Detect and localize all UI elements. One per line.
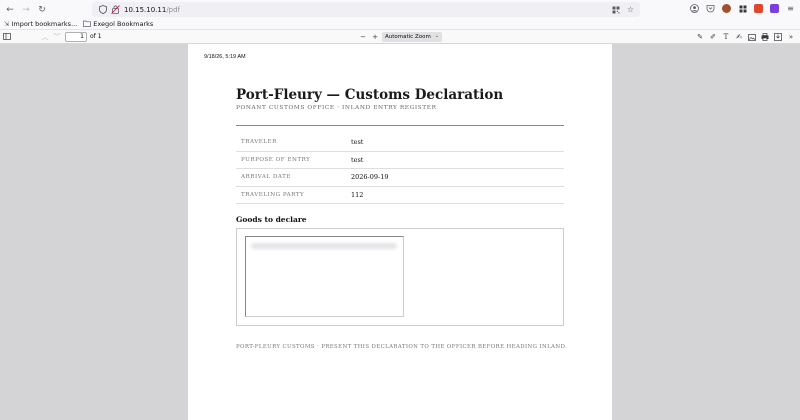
url-text[interactable]: 10.15.10.11/pdf [124,6,180,14]
page-info-icon[interactable] [110,5,120,15]
field-label: TRAVELING PARTY [241,191,305,198]
field-label: ARRIVAL DATE [241,174,291,181]
pdf-viewer[interactable]: 9/18/26, 5:19 AM Port-Fleury — Customs D… [0,44,800,420]
declaration-table: TRAVELER test PURPOSE OF ENTRY test ARRI… [236,134,564,204]
text-icon[interactable]: T [721,32,731,42]
arrow-right-icon: → [22,4,30,15]
goods-heading: Goods to declare [236,215,307,224]
goods-container [236,228,564,326]
field-value: test [351,155,364,164]
zoom-out-button[interactable]: − [358,32,368,42]
table-row: ARRIVAL DATE 2026-09-19 [236,169,564,187]
url-actions: ☆ [610,4,636,15]
more-tools-icon[interactable]: » [786,32,796,42]
bookmark-exegol[interactable]: Exegol Bookmarks [83,20,153,29]
chevron-down-icon: ⌄ [434,33,439,39]
field-value: test [351,138,364,147]
goods-textarea[interactable] [245,236,404,317]
navigation-toolbar: ← → ↻ 10.15.10.11/pdf ☆ ≡ [0,0,800,19]
page-count: of 1 [90,33,102,40]
url-host: 10.15.10.11 [124,5,167,14]
bookmark-star-icon[interactable]: ☆ [625,4,636,15]
extensions-grid-icon[interactable] [737,3,748,14]
image-icon[interactable] [747,32,757,42]
sidebar-toggle-icon[interactable] [2,32,12,42]
bookmarks-toolbar: ⇲ Import bookmarks... Exegol Bookmarks [0,19,800,30]
signature-icon[interactable]: ✍ [734,32,744,42]
table-row: TRAVELING PARTY 112 [236,187,564,204]
pocket-icon[interactable] [705,3,716,14]
reload-button[interactable]: ↻ [36,4,48,16]
field-label: PURPOSE OF ENTRY [241,156,311,163]
url-path: /pdf [166,5,181,14]
divider [236,125,564,126]
bookmark-label: Import bookmarks... [11,20,78,28]
document-subtitle: PONANT CUSTOMS OFFICE · INLAND ENTRY REG… [236,105,437,111]
import-icon: ⇲ [4,20,10,28]
pdf-page: 9/18/26, 5:19 AM Port-Fleury — Customs D… [188,44,612,420]
page-number-input[interactable] [65,31,87,42]
field-label: TRAVELER [241,139,277,146]
extension-purple-icon[interactable] [769,3,780,14]
zoom-select[interactable]: Automatic Zoom ⌄ [382,32,442,42]
url-bar[interactable]: 10.15.10.11/pdf ☆ [92,2,640,17]
toolbar-right: ≡ [689,3,796,14]
forward-button[interactable]: → [20,4,32,16]
zoom-in-button[interactable]: + [370,32,380,42]
blurred-content [251,243,397,249]
document-title: Port-Fleury — Customs Declaration [236,87,504,103]
extension-red-icon[interactable] [753,3,764,14]
document-footer: PORT-FLEURY CUSTOMS · PRESENT THIS DECLA… [236,344,568,350]
field-value: 2026-09-19 [351,173,389,182]
pdf-toolbar: ︿ ﹀ of 1 − + Automatic Zoom ⌄ ✎ ✐ T ✍ » [0,30,800,44]
save-icon[interactable] [773,32,783,42]
table-row: PURPOSE OF ENTRY test [236,152,564,169]
arrow-left-icon: ← [6,4,14,15]
back-button[interactable]: ← [4,4,16,16]
qr-code-icon[interactable] [610,4,621,15]
field-value: 112 [351,190,364,199]
draw-icon[interactable]: ✐ [708,32,718,42]
table-row: TRAVELER test [236,134,564,152]
print-date: 9/18/26, 5:19 AM [204,54,246,60]
shield-icon[interactable] [98,5,108,15]
extension-cookie-icon[interactable] [721,3,732,14]
previous-page-icon[interactable]: ︿ [40,32,50,42]
print-icon[interactable] [760,32,770,42]
reload-icon: ↻ [38,4,46,15]
highlight-icon[interactable]: ✎ [695,32,705,42]
pdf-tools: ✎ ✐ T ✍ » [695,32,796,42]
bookmark-label: Exegol Bookmarks [93,20,154,28]
bookmark-import[interactable]: ⇲ Import bookmarks... [4,20,77,28]
account-icon[interactable] [689,3,700,14]
zoom-value: Automatic Zoom [385,34,431,40]
menu-icon[interactable]: ≡ [785,3,796,14]
folder-icon [83,20,92,29]
next-page-icon[interactable]: ﹀ [52,32,62,42]
